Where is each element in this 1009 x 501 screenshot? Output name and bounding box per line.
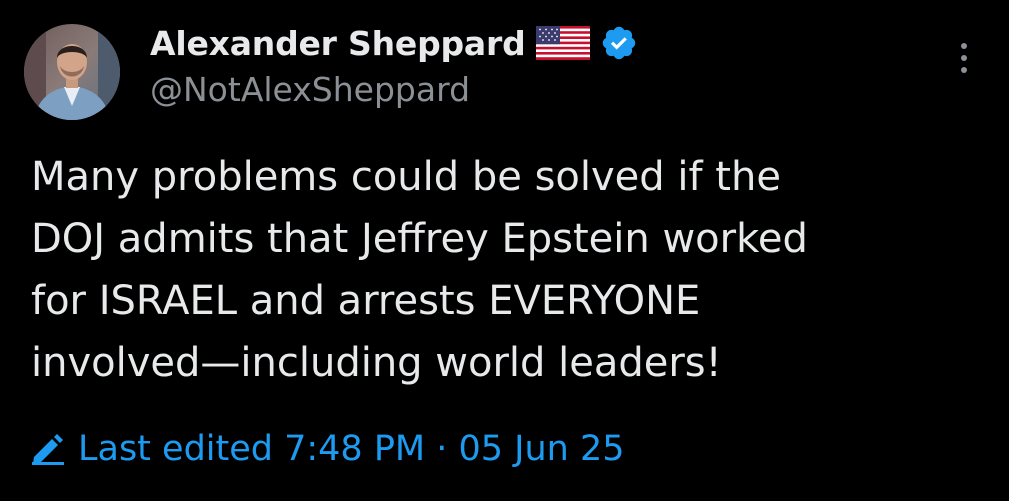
- author-display-name[interactable]: Alexander Sheppard: [150, 24, 526, 63]
- avatar[interactable]: [24, 24, 120, 120]
- avatar-image: [24, 24, 120, 120]
- author-handle[interactable]: @NotAlexSheppard: [150, 70, 470, 109]
- tweet-text-line: DOJ admits that Jeffrey Epstein worked: [31, 216, 808, 262]
- more-vertical-icon: [961, 43, 967, 73]
- tweet-text-line: Many problems could be solved if the: [31, 154, 781, 200]
- edit-history-link[interactable]: Last edited 7:48 PM · 05 Jun 25: [30, 424, 625, 474]
- last-edited-label[interactable]: Last edited 7:48 PM · 05 Jun 25: [78, 429, 625, 469]
- author-name-row: Alexander Sheppard: [150, 18, 638, 68]
- pencil-icon: [30, 433, 66, 465]
- more-options-button[interactable]: [950, 38, 978, 78]
- tweet-text: Many problems could be solved if the DOJ…: [31, 146, 991, 394]
- verified-badge-icon[interactable]: [600, 24, 638, 62]
- us-flag-icon: [535, 26, 590, 60]
- tweet-text-line: involved—including world leaders!: [31, 340, 722, 386]
- tweet-card: Alexander Sheppard @NotAlexSheppard Many…: [0, 0, 1009, 501]
- tweet-text-line: for ISRAEL and arrests EVERYONE: [31, 278, 701, 324]
